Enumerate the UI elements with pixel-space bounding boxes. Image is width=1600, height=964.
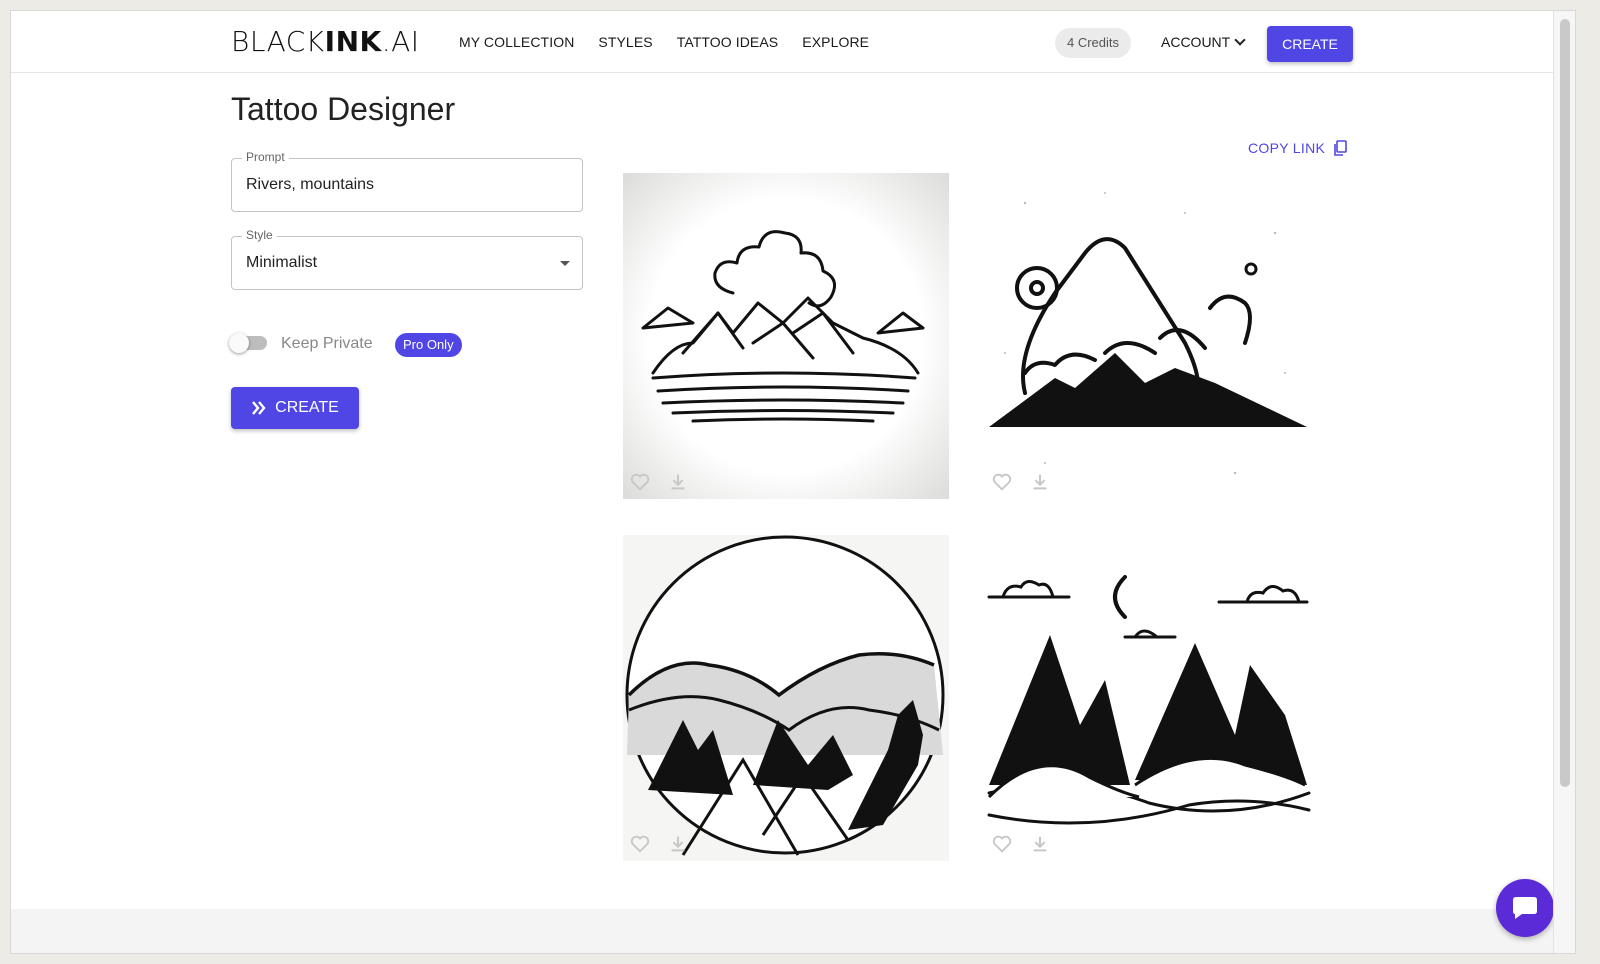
prompt-input[interactable]: Rivers, mountains: [246, 176, 374, 194]
header-create-button[interactable]: CREATE: [1267, 26, 1353, 62]
chevron-down-icon: [1234, 34, 1246, 46]
keep-private-label: Keep Private: [281, 335, 373, 352]
create-button-label: CREATE: [275, 399, 339, 416]
top-navbar: BLACKINK.AI MY COLLECTION STYLES TATTOO …: [11, 11, 1555, 73]
nav-explore[interactable]: EXPLORE: [802, 34, 869, 50]
download-icon[interactable]: [667, 471, 689, 493]
copy-link-button[interactable]: COPY LINK: [1248, 140, 1347, 156]
tattoo-art-mountains-river: [623, 173, 949, 499]
style-select[interactable]: Style Minimalist: [231, 228, 583, 290]
tile-actions: [629, 471, 689, 493]
gallery-image-1[interactable]: [623, 173, 949, 499]
tattoo-art-circle-mountains: [625, 535, 945, 856]
heart-icon[interactable]: [991, 471, 1013, 493]
credits-badge: 4 Credits: [1055, 28, 1132, 58]
heart-icon[interactable]: [991, 833, 1013, 855]
download-icon[interactable]: [667, 833, 689, 855]
create-button[interactable]: CREATE: [231, 387, 359, 429]
toggle-knob: [229, 333, 249, 353]
style-label: Style: [242, 228, 277, 242]
tile-actions: [991, 833, 1051, 855]
prompt-field[interactable]: Prompt Rivers, mountains: [231, 150, 583, 212]
chat-icon: [1513, 897, 1537, 919]
main-nav: MY COLLECTION STYLES TATTOO IDEAS EXPLOR…: [459, 34, 869, 50]
page-title: Tattoo Designer: [231, 91, 456, 127]
account-label: ACCOUNT: [1161, 34, 1231, 50]
gallery-image-2[interactable]: [985, 173, 1311, 499]
tattoo-art-moon-peaks: [987, 575, 1311, 825]
double-chevron-right-icon: [252, 401, 266, 415]
dropdown-arrow-icon: [560, 261, 570, 266]
chat-button[interactable]: [1496, 879, 1554, 937]
scrollbar-thumb[interactable]: [1560, 19, 1570, 787]
scrollbar[interactable]: [1553, 11, 1575, 953]
nav-styles[interactable]: STYLES: [598, 34, 652, 50]
download-icon[interactable]: [1029, 471, 1051, 493]
tattoo-art-mountain-sun: [989, 192, 1307, 475]
download-icon[interactable]: [1029, 833, 1051, 855]
heart-icon[interactable]: [629, 833, 651, 855]
copy-link-label: COPY LINK: [1248, 140, 1326, 156]
gallery-image-3[interactable]: [623, 535, 949, 861]
style-value: Minimalist: [246, 254, 318, 271]
tile-actions: [629, 833, 689, 855]
logo[interactable]: BLACKINK.AI: [231, 25, 420, 58]
page-footer: [11, 909, 1555, 953]
gallery-image-4[interactable]: [985, 535, 1311, 861]
account-menu[interactable]: ACCOUNT: [1161, 34, 1246, 50]
keep-private-toggle[interactable]: [229, 333, 267, 353]
tile-actions: [991, 471, 1051, 493]
nav-my-collection[interactable]: MY COLLECTION: [459, 34, 574, 50]
copy-icon: [1334, 140, 1347, 156]
browser-window: BLACKINK.AI MY COLLECTION STYLES TATTOO …: [10, 10, 1576, 954]
nav-tattoo-ideas[interactable]: TATTOO IDEAS: [677, 34, 779, 50]
heart-icon[interactable]: [629, 471, 651, 493]
prompt-label: Prompt: [242, 150, 289, 164]
pro-only-badge: Pro Only: [395, 333, 462, 357]
